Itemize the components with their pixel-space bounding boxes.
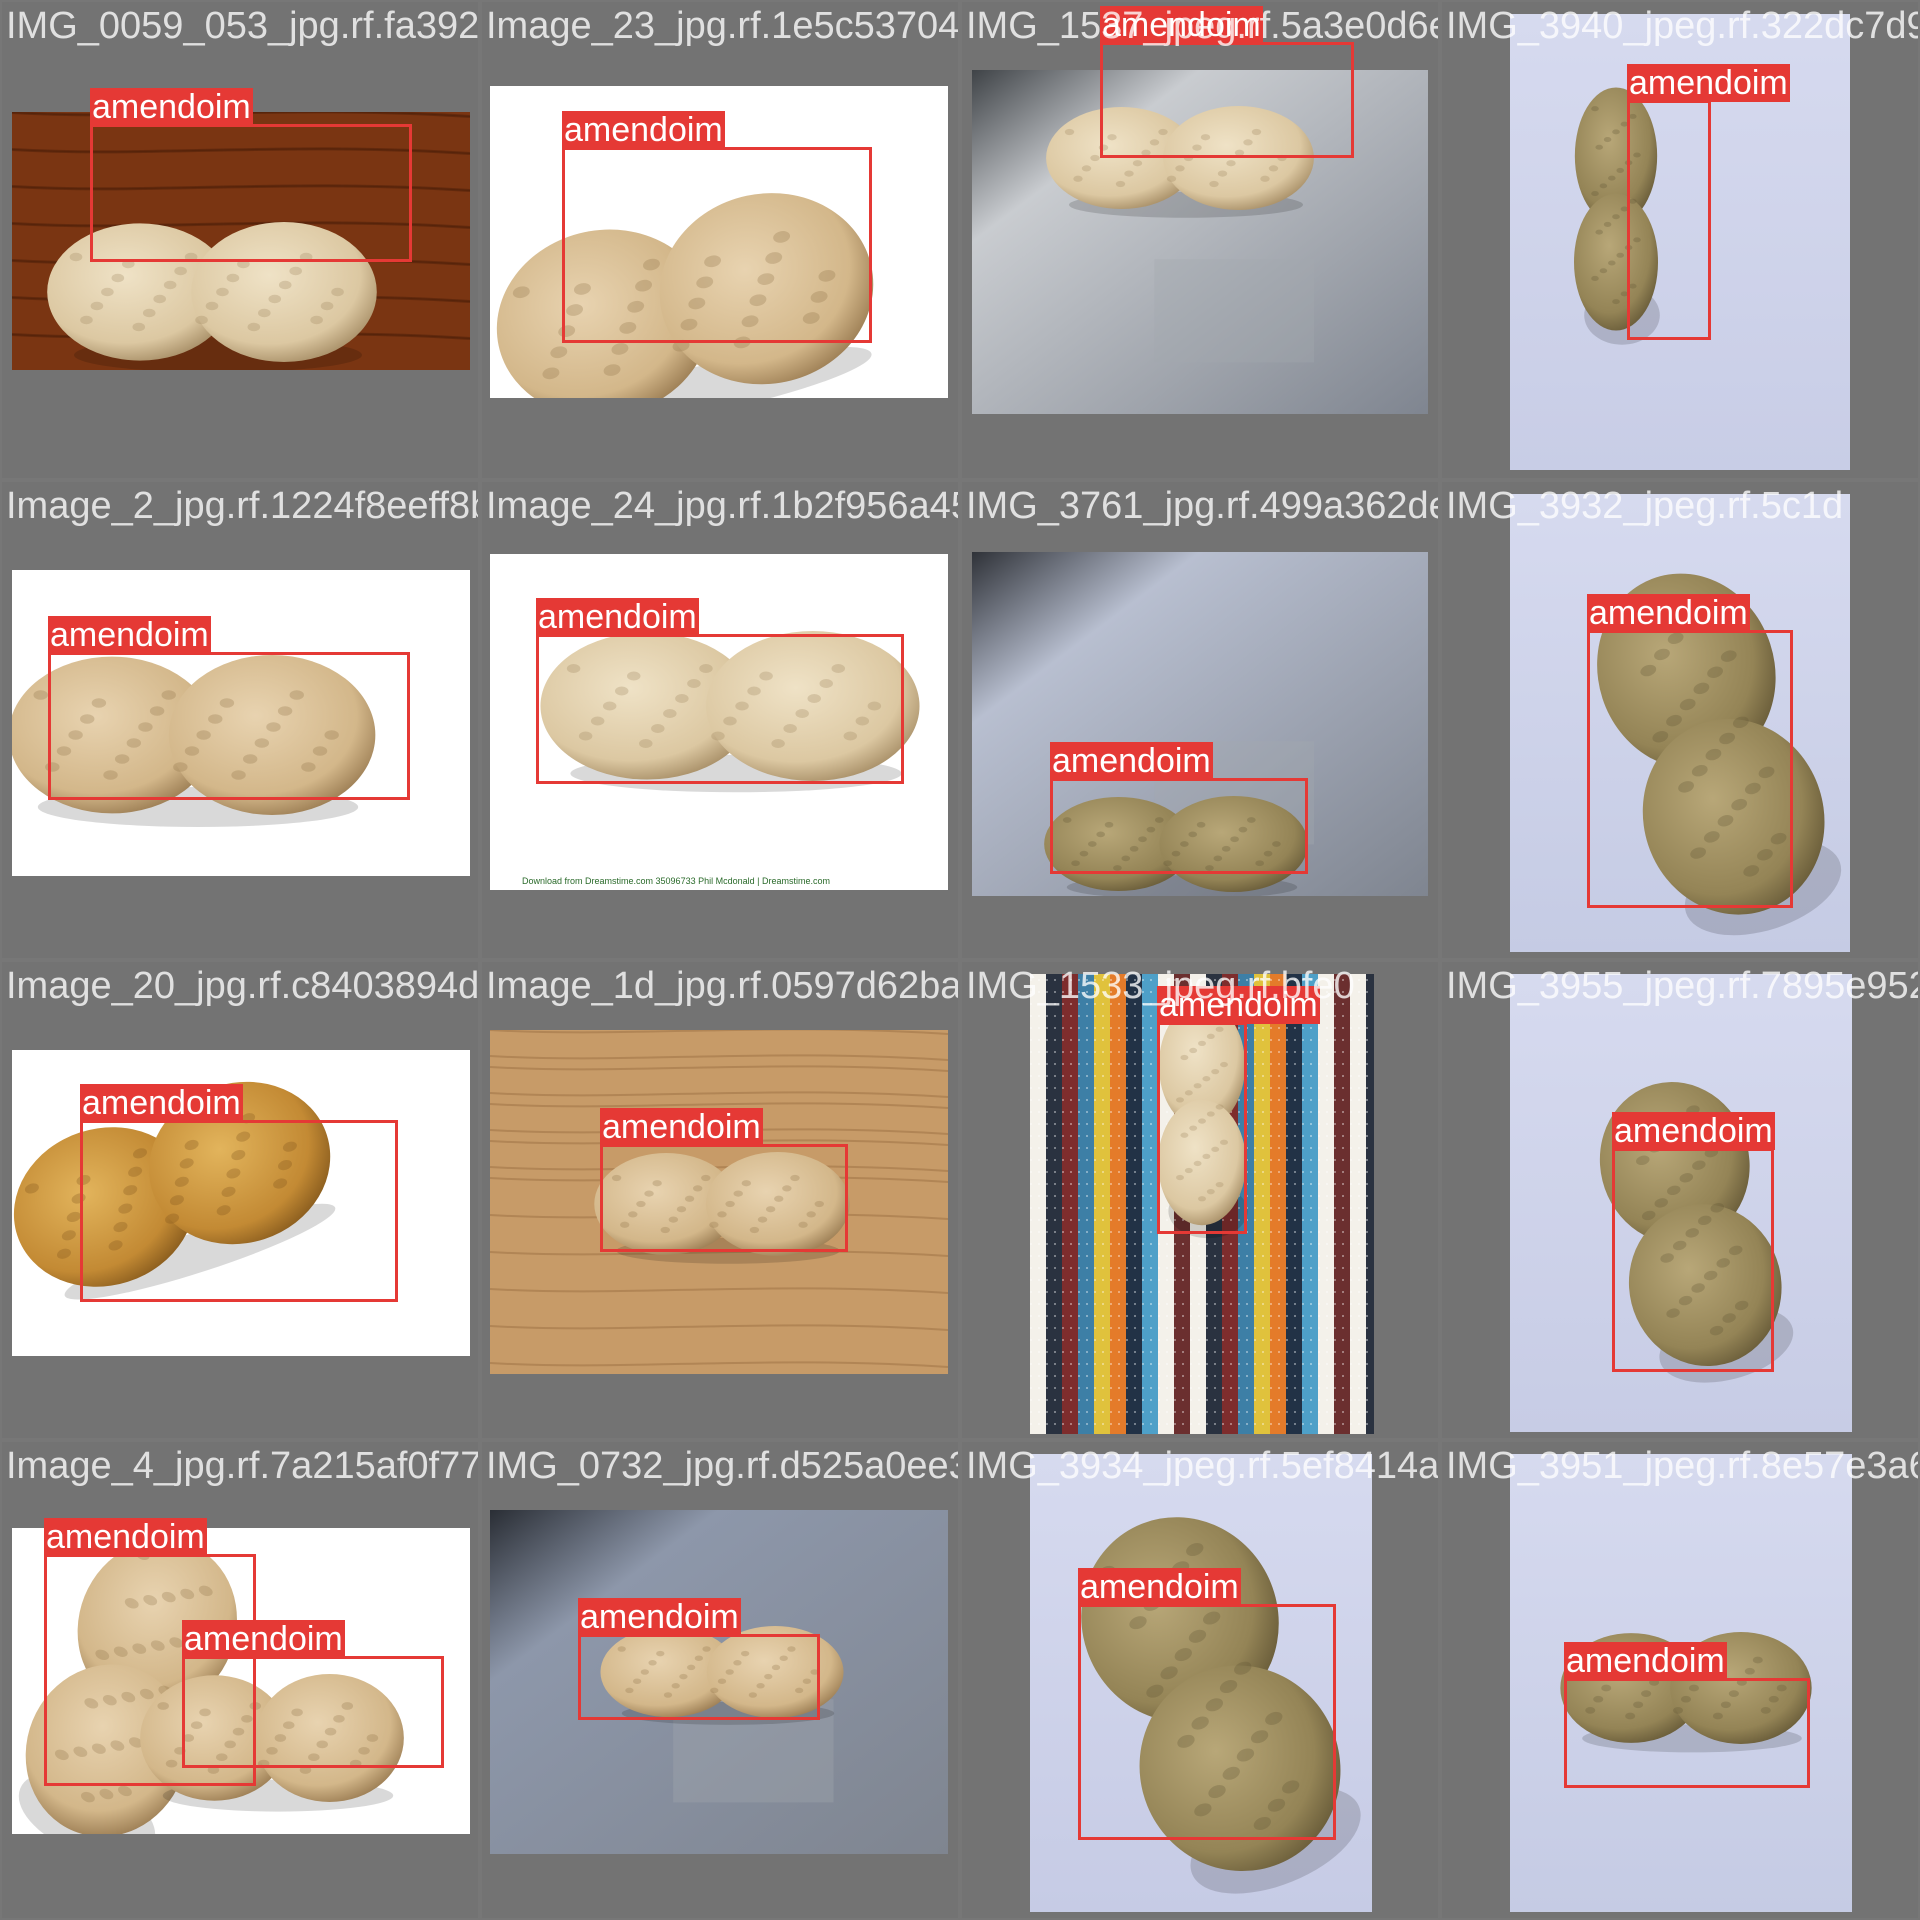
mosaic-tile: IMG_3934_jpeg.rf.5ef8414a85c3b1d7bf3amen… <box>962 1442 1438 1918</box>
mosaic-tile: IMG_3761_jpg.rf.499a362de8f3c5d4d52ce93b… <box>962 482 1438 958</box>
tile-filename: Image_20_jpg.rf.c8403894d4f453ef94d2b28f <box>6 965 478 1007</box>
detection-label: amendoim <box>182 1620 345 1658</box>
mosaic-tile: Download from Dreamstime.com 35096733 Ph… <box>482 482 958 958</box>
detection-box <box>578 1634 820 1720</box>
mosaic-tile: Image_23_jpg.rf.1e5c537047ef579de5ba1a6c… <box>482 2 958 478</box>
detection-box <box>1157 1022 1247 1234</box>
detection-label: amendoim <box>1564 1642 1727 1680</box>
stock-watermark: Download from Dreamstime.com 35096733 Ph… <box>522 876 830 886</box>
detection-label: amendoim <box>80 1084 243 1122</box>
detection-label: amendoim <box>1587 594 1750 632</box>
mosaic-tile: IMG_3951_jpeg.rf.8e57e3a6 amendoim <box>1442 1442 1918 1918</box>
detection-box <box>1627 100 1711 340</box>
mosaic-tile: Image_20_jpg.rf.c8403894d4f453ef94d2b28f… <box>2 962 478 1438</box>
mosaic-tile: IMG_3932_jpeg.rf.5c1d amendoim <box>1442 482 1918 958</box>
tile-filename: IMG_0732_jpg.rf.d525a0ee38dc3fe94bbe82 <box>486 1445 958 1487</box>
tile-filename: Image_4_jpg.rf.7a215af0f775fac08c382a5d9 <box>6 1445 478 1487</box>
mosaic-tile: IMG_3955_jpeg.rf.7895e952 amendoim <box>1442 962 1918 1438</box>
tile-filename: Image_23_jpg.rf.1e5c537047ef579de5ba1a6c… <box>486 5 958 47</box>
detection-label: amendoim <box>1627 64 1790 102</box>
detection-label: amendoim <box>1100 6 1263 44</box>
mosaic-tile: IMG_1533_jpeg.rf.bfe0 amendoim <box>962 962 1438 1438</box>
tile-filename: Image_24_jpg.rf.1b2f956a45aa94f76bd7d19 <box>486 485 958 527</box>
detection-box <box>1078 1604 1336 1840</box>
detection-label: amendoim <box>1157 986 1320 1024</box>
detection-label: amendoim <box>1612 1112 1775 1150</box>
detection-label: amendoim <box>1078 1568 1241 1606</box>
detection-label: amendoim <box>536 598 699 636</box>
detection-box <box>182 1656 444 1768</box>
mosaic-tile: IMG_3940_jpeg.rf.322dc7d9 amendoim <box>1442 2 1918 478</box>
detection-label: amendoim <box>562 111 725 149</box>
tile-filename: Image_1d_jpg.rf.0597d62ba6df5a84f5b6f33d… <box>486 965 958 1007</box>
mosaic-tile: IMG_1537_jpeg.rf.5a3e0d6e1c8b4a7f2d9came… <box>962 2 1438 478</box>
detection-label: amendoim <box>48 616 211 654</box>
detection-mosaic: IMG_0059_053_jpg.rf.fa392d0a107ef3c55871… <box>0 0 1920 1920</box>
tile-filename: IMG_3761_jpg.rf.499a362de8f3c5d4d52ce93b… <box>966 485 1438 527</box>
detection-label: amendoim <box>44 1518 207 1556</box>
detection-box <box>1100 42 1354 158</box>
detection-box <box>600 1144 848 1252</box>
detection-box <box>80 1120 398 1302</box>
detection-box <box>48 652 410 800</box>
detection-label: amendoim <box>90 88 253 126</box>
detection-box <box>562 147 872 343</box>
mosaic-tile: IMG_0059_053_jpg.rf.fa392d0a107ef3c55871… <box>2 2 478 478</box>
detection-label: amendoim <box>578 1598 741 1636</box>
mosaic-tile: Image_4_jpg.rf.7a215af0f775fac08c382a5d9… <box>2 1442 478 1918</box>
mosaic-tile: IMG_0732_jpg.rf.d525a0ee38dc3fe94bbe82am… <box>482 1442 958 1918</box>
detection-box <box>1564 1678 1810 1788</box>
detection-label: amendoim <box>600 1108 763 1146</box>
mosaic-tile: Image_1d_jpg.rf.0597d62ba6df5a84f5b6f33d… <box>482 962 958 1438</box>
detection-label: amendoim <box>1050 742 1213 780</box>
tile-filename: Image_2_jpg.rf.1224f8eeff8b6e3f924c2518 <box>6 485 478 527</box>
detection-box <box>90 124 412 262</box>
detection-box <box>1587 630 1793 908</box>
mosaic-tile: Image_2_jpg.rf.1224f8eeff8b6e3f924c2518a… <box>2 482 478 958</box>
detection-box <box>536 634 904 784</box>
detection-box <box>1050 778 1308 874</box>
tile-filename: IMG_0059_053_jpg.rf.fa392d0a107ef3c55871… <box>6 5 478 47</box>
detection-box <box>1612 1148 1774 1372</box>
